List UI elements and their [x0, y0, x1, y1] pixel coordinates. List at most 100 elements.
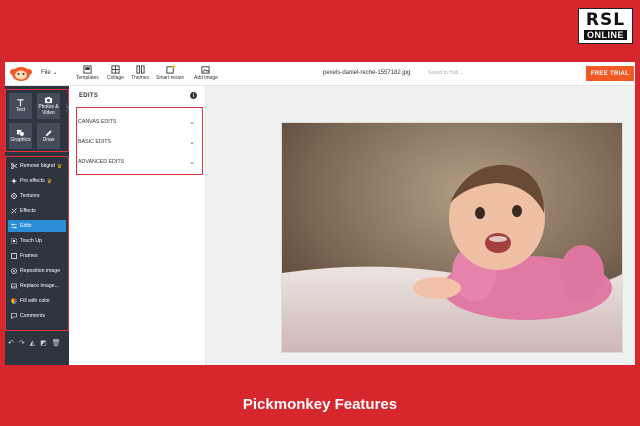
canvas-edits-section[interactable]: CANVAS EDITS ⌄ — [78, 117, 195, 127]
section-label: CANVAS EDITS — [78, 119, 117, 125]
themes-label: Themes — [131, 75, 150, 81]
sidebar-item-reposition-image[interactable]: Reposition image — [8, 265, 66, 277]
advanced-edits-section[interactable]: ADVANCED EDITS ⌄ — [78, 157, 195, 167]
crown-icon: ♛ — [46, 178, 53, 185]
sidebar-item-replace-image[interactable]: Replace image... — [8, 280, 66, 292]
templates-button[interactable]: Templates — [76, 65, 99, 81]
sidebar-item-label: Replace image... — [20, 283, 59, 289]
graphics-button[interactable]: Graphics — [9, 123, 32, 149]
text-icon — [17, 98, 24, 106]
logo-top-text: RSL — [585, 10, 626, 30]
reposition-icon — [11, 268, 17, 274]
free-trial-button[interactable]: FREE TRIAL — [586, 66, 634, 81]
draw-button[interactable]: Draw — [37, 123, 60, 149]
sidebar-item-label: Touch Up — [20, 238, 42, 244]
smart-resize-label: Smart resize — [156, 75, 185, 81]
sidebar-item-label: Reposition image — [20, 268, 61, 274]
image-canvas[interactable] — [206, 86, 635, 365]
section-label: ADVANCED EDITS — [78, 159, 125, 165]
crown-icon: ♛ — [56, 163, 63, 170]
file-menu[interactable]: File ⌄ — [41, 69, 57, 76]
chevron-down-icon: ⌄ — [189, 119, 195, 126]
templates-label: Templates — [76, 75, 99, 81]
sidebar-item-label: Comments — [20, 313, 46, 319]
effects-icon — [11, 208, 17, 214]
camera-icon — [44, 96, 53, 104]
chevron-down-icon: ⌄ — [459, 70, 464, 76]
edits-panel: EDITS i CANVAS EDITS ⌄ BASIC EDITS ⌄ ADVAN… — [69, 86, 206, 365]
highlight-box-menu: Remove bkgnd ♛ Pro effects ♛ Textures Effe… — [5, 156, 69, 331]
basic-edits-section[interactable]: BASIC EDITS ⌄ — [78, 137, 195, 147]
highlight-box-tools: Text Photos & Video Graphics Draw — [5, 89, 69, 152]
collage-label: Collage — [107, 75, 124, 81]
sidebar-item-comments[interactable]: Comments — [8, 310, 66, 322]
bottom-toolbar: ↶ ↷ ◭ ◩ 🗑 — [8, 339, 61, 347]
top-toolbar: File ⌄ Templates Collage Themes Smart re… — [5, 62, 635, 86]
sidebar-item-frames[interactable]: Frames — [8, 250, 66, 262]
sidebar-item-effects[interactable]: Effects — [8, 205, 66, 217]
file-menu-label: File — [41, 70, 51, 76]
text-tool-label: Text — [15, 106, 26, 113]
sidebar-item-edits[interactable]: Edits — [8, 220, 66, 232]
photos-video-label: Photos & Video — [38, 104, 59, 116]
sidebar-item-pro-effects[interactable]: Pro effects ♛ — [8, 175, 66, 187]
graphics-icon — [16, 129, 25, 137]
sidebar-item-touch-up[interactable]: Touch Up — [8, 235, 66, 247]
sidebar-item-label: Edits — [20, 223, 32, 229]
themes-icon — [135, 65, 145, 74]
left-sidebar: Text Photos & Video Graphics Draw ‹ Remo… — [5, 86, 72, 365]
sidebar-item-label: Remove bkgnd — [20, 163, 55, 169]
baby-photo[interactable] — [281, 122, 623, 353]
save-status-label: Saved to Hub — [428, 70, 459, 76]
sidebar-item-remove-bkgnd[interactable]: Remove bkgnd ♛ — [8, 160, 66, 172]
collage-icon — [111, 65, 120, 74]
layers-icon[interactable]: ◩ — [40, 339, 47, 347]
section-label: BASIC EDITS — [78, 139, 111, 145]
edits-icon — [11, 223, 17, 229]
smart-resize-button[interactable]: Smart resize — [156, 65, 184, 81]
sidebar-item-label: Fill with color — [20, 298, 50, 304]
picmonkey-app-window: File ⌄ Templates Collage Themes Smart re… — [5, 62, 635, 365]
pro-effects-icon — [11, 178, 17, 184]
templates-icon — [83, 65, 92, 74]
trash-icon[interactable]: 🗑 — [52, 339, 61, 347]
document-title[interactable]: pexels-daniel-reche-1557182.jpg — [323, 70, 410, 76]
photos-video-button[interactable]: Photos & Video — [37, 93, 60, 119]
textures-icon — [11, 193, 17, 199]
logo-bottom-text: ONLINE — [583, 30, 627, 40]
chevron-down-icon: ⌄ — [52, 70, 58, 76]
themes-button[interactable]: Themes — [131, 65, 149, 81]
comments-icon — [11, 313, 17, 319]
add-image-button[interactable]: Add image — [194, 65, 218, 81]
pencil-icon — [45, 130, 52, 136]
add-image-icon — [201, 66, 211, 74]
frames-icon — [11, 253, 17, 259]
flip-icon[interactable]: ◭ — [30, 339, 35, 347]
redo-icon[interactable]: ↷ — [19, 339, 25, 347]
replace-image-icon — [11, 283, 17, 289]
sidebar-item-label: Pro effects — [20, 178, 45, 184]
monkey-logo-icon[interactable] — [9, 65, 33, 82]
touch-up-icon — [11, 238, 17, 244]
panel-title: EDITS — [79, 93, 99, 99]
add-image-label: Add image — [194, 75, 218, 81]
baby-photo-image — [282, 123, 622, 352]
caption-title: Pickmonkey Features — [242, 396, 398, 413]
scissors-icon — [11, 163, 17, 169]
smart-resize-icon — [165, 65, 175, 74]
fill-color-icon — [11, 298, 17, 304]
chevron-down-icon: ⌄ — [189, 159, 195, 166]
sidebar-item-label: Frames — [20, 253, 38, 259]
graphics-label: Graphics — [10, 136, 31, 143]
sidebar-item-textures[interactable]: Textures — [8, 190, 66, 202]
sidebar-item-fill-with-color[interactable]: Fill with color — [8, 295, 66, 307]
chevron-down-icon: ⌄ — [189, 139, 195, 146]
text-tool-button[interactable]: Text — [9, 93, 32, 119]
collage-button[interactable]: Collage — [107, 65, 124, 81]
rsl-online-logo: RSL ONLINE — [578, 8, 633, 44]
save-status[interactable]: Saved to Hub ⌄ — [428, 70, 464, 76]
undo-icon[interactable]: ↶ — [8, 339, 14, 347]
sidebar-item-label: Textures — [20, 193, 40, 199]
draw-label: Draw — [42, 136, 55, 143]
info-icon[interactable]: i — [190, 92, 197, 99]
